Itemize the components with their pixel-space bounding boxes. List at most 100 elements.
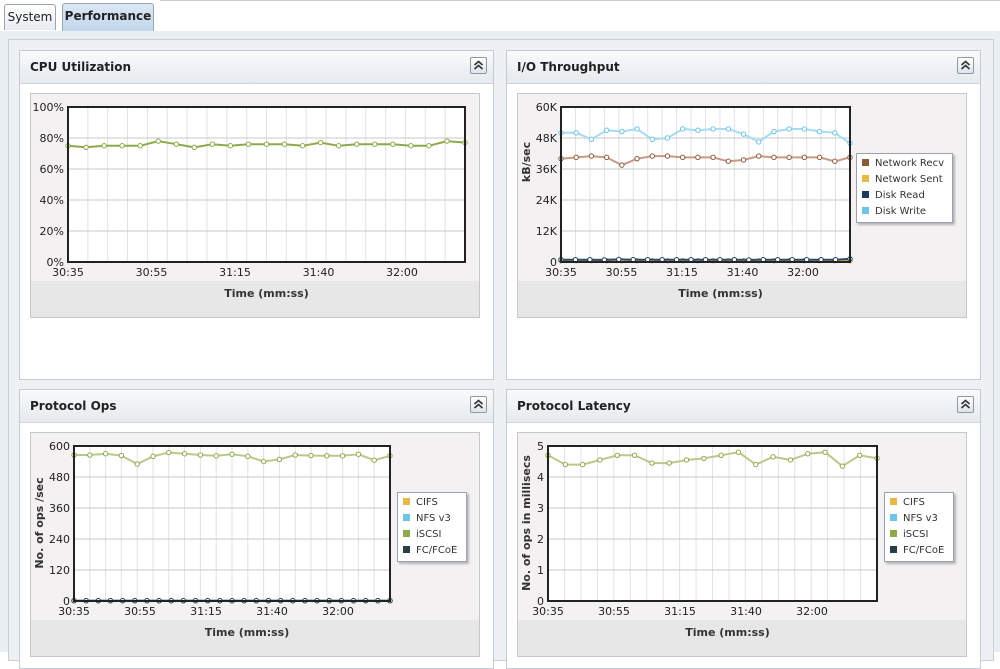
cpu-panel-header: CPU Utilization <box>20 51 493 84</box>
legend-label: Network Recv <box>875 158 944 169</box>
data-point <box>573 154 579 161</box>
y-tick-label: 60K <box>536 101 558 114</box>
x-tick-label: 32:00 <box>322 605 354 618</box>
data-point <box>134 461 140 467</box>
legend-label: NFS v3 <box>416 513 451 524</box>
x-tick-label: 31:15 <box>190 605 222 618</box>
io-chart-area: 0 12K 24K 36K 48K 60K 30:35 30:55 31:15 31:40 32:0… <box>517 93 967 318</box>
data-point <box>324 453 330 459</box>
data-point <box>683 457 690 463</box>
data-point <box>805 451 811 457</box>
x-tick-label: 32:00 <box>796 605 828 618</box>
legend-swatch <box>403 529 410 537</box>
legend-swatch <box>403 545 410 553</box>
data-point <box>664 135 671 141</box>
data-point <box>664 153 671 159</box>
protocol-ops-chart-area: 0 120 240 360 480 600 30:35 30:55 31:15 31:40 32:0… <box>30 432 480 657</box>
collapse-button[interactable] <box>957 57 974 74</box>
data-point <box>634 155 640 162</box>
legend-label: CIFS <box>903 497 925 508</box>
data-point <box>603 127 610 133</box>
data-point <box>649 136 655 142</box>
data-point <box>786 126 792 132</box>
tab-performance[interactable]: Performance <box>62 3 154 31</box>
data-point <box>740 131 747 137</box>
collapse-button[interactable] <box>470 396 487 413</box>
data-point <box>371 457 377 463</box>
y-tick-label: 480 <box>49 471 70 484</box>
cpu-chart-area: 0% 20% 40% 60% 80% 100% 30:35 30:55 31:15 31:40 32… <box>30 93 480 318</box>
x-tick-label: 31:40 <box>727 266 759 279</box>
double-chevron-up-icon <box>473 399 484 409</box>
data-point <box>213 453 219 459</box>
data-point <box>710 154 716 161</box>
x-tick-label: 30:35 <box>545 266 577 279</box>
collapse-button[interactable] <box>470 57 487 74</box>
data-point <box>603 154 610 161</box>
legend-item: NFS v3 <box>890 511 948 527</box>
data-point <box>725 126 732 132</box>
legend-label: NFS v3 <box>903 513 938 524</box>
x-tick-label: 31:15 <box>664 605 696 618</box>
tab-bar: System Performance <box>0 0 1000 32</box>
legend-swatch <box>862 190 869 198</box>
x-axis-title: Time (mm:ss) <box>205 626 290 639</box>
legend-swatch <box>403 513 410 521</box>
y-tick-label: 4 <box>537 471 544 484</box>
legend-swatch <box>890 529 897 537</box>
legend-label: FC/FCoE <box>903 545 945 556</box>
data-point <box>339 453 346 459</box>
data-point <box>771 128 777 135</box>
data-point <box>245 141 252 147</box>
data-point <box>276 456 283 463</box>
data-point <box>426 143 432 149</box>
data-point <box>150 453 156 460</box>
legend-item: FC/FCoE <box>403 543 461 559</box>
data-point <box>181 451 188 457</box>
data-point <box>718 452 724 458</box>
protocol-ops-legend: CIFS NFS v3 iSCSI FC/FCoE <box>397 492 467 562</box>
y-tick-label: 24K <box>536 194 558 207</box>
data-point <box>119 143 125 149</box>
legend-swatch <box>862 158 869 166</box>
io-panel-header: I/O Throughput <box>507 51 980 84</box>
data-point <box>588 136 595 142</box>
y-tick-label: 20% <box>40 225 64 238</box>
cpu-chart: 0%20%40%60%80%100%30:35 30:55 31:15 31:40 32… <box>33 101 468 300</box>
data-point <box>227 143 234 149</box>
data-point <box>372 141 378 147</box>
panel-title: CPU Utilization <box>30 60 132 74</box>
protocol-ops-panel-header: Protocol Ops <box>20 390 493 423</box>
data-point <box>263 141 270 147</box>
x-tick-label: 30:55 <box>136 266 168 279</box>
data-point <box>695 127 701 133</box>
data-point <box>710 126 716 132</box>
panel-title: I/O Throughput <box>517 60 620 74</box>
double-chevron-up-icon <box>473 60 484 70</box>
data-point <box>679 126 686 132</box>
x-tick-label: 31:40 <box>256 605 288 618</box>
dashboard-container: CPU Utilization 0% 20% 40% 60% 80% 100% 30:35 3… <box>8 39 994 669</box>
double-chevron-up-icon <box>960 60 971 70</box>
legend-item: iSCSI <box>403 527 461 543</box>
legend-item: Disk Write <box>862 204 947 220</box>
data-point <box>335 143 342 149</box>
data-point <box>197 452 204 458</box>
legend-label: Disk Write <box>875 206 927 217</box>
data-point <box>649 153 655 159</box>
legend-label: FC/FCoE <box>416 545 458 556</box>
legend-label: Network Sent <box>875 174 943 185</box>
legend-item: NFS v3 <box>403 511 461 527</box>
y-tick-label: 12K <box>536 225 558 238</box>
data-point <box>771 154 777 161</box>
protocol-latency-legend: CIFS NFS v3 iSCSI FC/FCoE <box>884 492 954 562</box>
y-tick-label: 600 <box>49 440 70 453</box>
data-point <box>856 452 863 458</box>
data-point <box>83 144 89 150</box>
legend-item: Disk Read <box>862 188 947 204</box>
collapse-button[interactable] <box>957 396 974 413</box>
tab-system[interactable]: System <box>4 4 56 30</box>
y-axis-title: kB/sec <box>520 142 533 182</box>
data-point <box>408 143 414 149</box>
data-point <box>308 452 314 459</box>
